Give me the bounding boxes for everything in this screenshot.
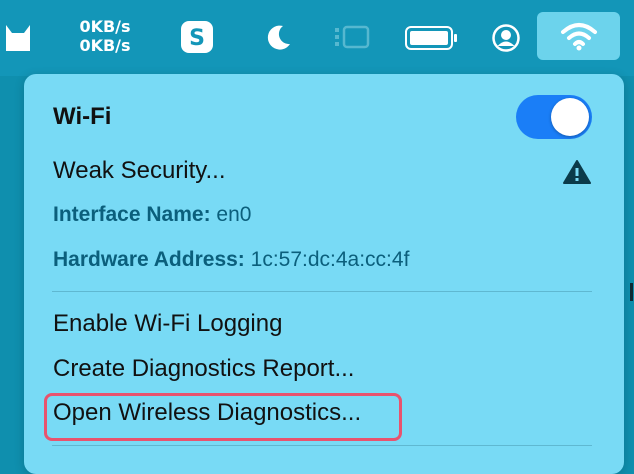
wifi-menubar-button[interactable] [537, 12, 620, 60]
hardware-address-value: 1c:57:dc:4a:cc:4f [250, 248, 410, 271]
app-s-icon[interactable]: S [180, 20, 214, 54]
weak-security-item[interactable]: Weak Security... [53, 157, 226, 185]
stage-manager-icon[interactable] [332, 24, 372, 52]
cat-icon[interactable] [2, 16, 34, 54]
battery-icon[interactable] [404, 24, 460, 52]
svg-text:S: S [189, 26, 205, 51]
interface-name-value: en0 [216, 203, 252, 226]
network-speed-indicator[interactable]: 0KB/s 0KB/s [70, 14, 140, 58]
wifi-toggle[interactable] [516, 95, 592, 139]
moon-icon[interactable] [262, 22, 294, 54]
warning-icon [563, 159, 591, 185]
wifi-dropdown-menu: Wi-Fi Weak Security... Interface Name: e… [24, 74, 624, 474]
open-wireless-diagnostics-item[interactable]: Open Wireless Diagnostics... [53, 399, 361, 427]
interface-name-label: Interface Name: [53, 203, 211, 226]
toggle-knob [551, 98, 589, 136]
create-diagnostics-report-item[interactable]: Create Diagnostics Report... [53, 355, 354, 383]
upload-speed: 0KB/s [79, 17, 131, 36]
menu-bar: 0KB/s 0KB/s S [0, 0, 634, 76]
user-icon[interactable] [490, 22, 522, 54]
enable-wifi-logging-item[interactable]: Enable Wi-Fi Logging [53, 310, 282, 338]
hardware-address-label: Hardware Address: [53, 248, 245, 271]
wifi-title: Wi-Fi [53, 103, 112, 130]
menu-separator [52, 445, 592, 446]
wifi-icon [560, 23, 597, 51]
menu-separator [52, 291, 592, 292]
interface-name-row: Interface Name: en0 [53, 203, 251, 227]
window-edge [630, 283, 633, 301]
download-speed: 0KB/s [79, 36, 131, 55]
hardware-address-row: Hardware Address: 1c:57:dc:4a:cc:4f [53, 248, 409, 272]
